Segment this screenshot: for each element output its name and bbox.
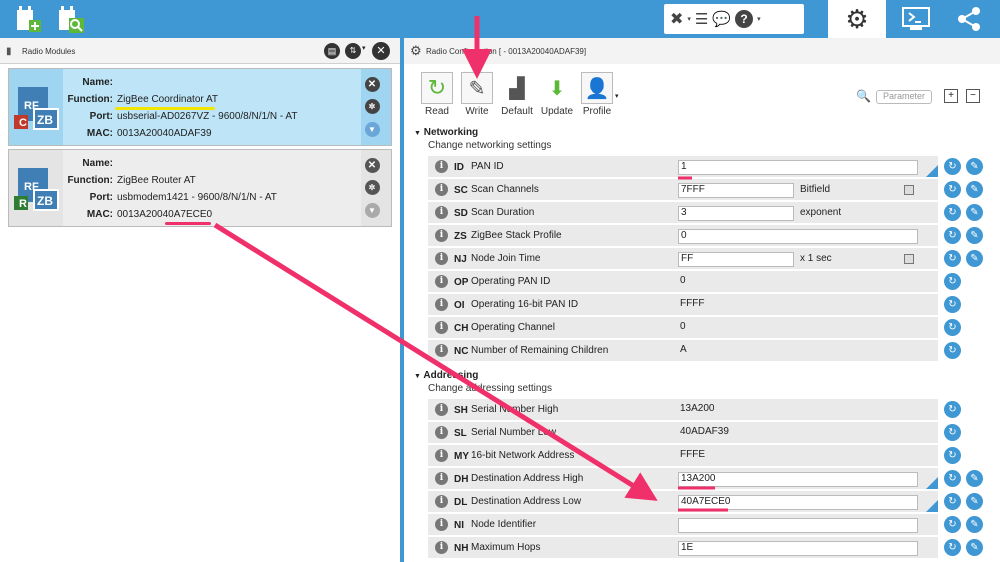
annotation-arrow-mac	[213, 222, 658, 501]
annotation-overlay	[213, 16, 728, 512]
